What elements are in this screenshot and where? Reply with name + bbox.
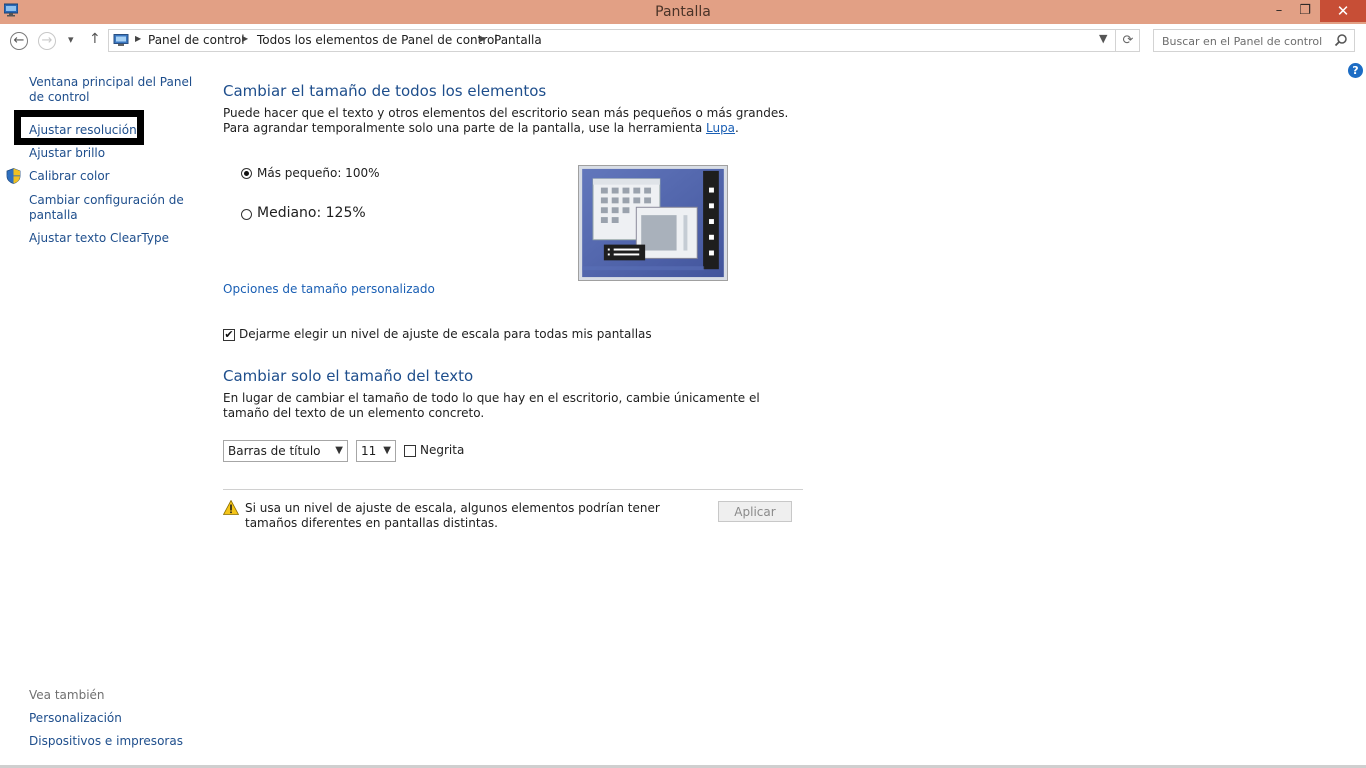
breadcrumb-separator-icon: ▶ <box>242 34 249 43</box>
radio-smaller-label: Más pequeño: 100% <box>257 166 380 180</box>
warning-icon <box>223 500 239 515</box>
navigation-bar: ← → ▾ ↑ ▶ Panel de control ▶ Todos los e… <box>0 24 1366 58</box>
section-title-resize-all: Cambiar el tamaño de todos los elementos <box>223 82 547 100</box>
breadcrumb-display[interactable]: Pantalla <box>494 33 542 47</box>
scaling-warning-text: Si usa un nivel de ajuste de escala, alg… <box>245 501 660 530</box>
chevron-down-icon: ▼ <box>335 445 343 456</box>
radio-medium[interactable] <box>241 209 252 220</box>
close-button[interactable]: ✕ <box>1320 0 1366 22</box>
sidebar-item-display-settings[interactable]: Cambiar configuración de pantalla <box>29 193 189 223</box>
scaling-preview-image <box>578 165 728 281</box>
radio-medium-label: Mediano: 125% <box>257 205 366 221</box>
description-text: Puede hacer que el texto y otros element… <box>223 106 789 135</box>
back-button[interactable]: ← <box>10 32 28 50</box>
help-icon[interactable]: ? <box>1348 63 1363 78</box>
radio-smaller[interactable] <box>241 168 252 179</box>
bold-checkbox[interactable] <box>404 445 416 457</box>
breadcrumb-control-panel[interactable]: Panel de control <box>148 33 245 47</box>
custom-size-options-link[interactable]: Opciones de tamaño personalizado <box>223 282 435 296</box>
section-title-text-size: Cambiar solo el tamaño del texto <box>223 367 474 385</box>
divider <box>223 489 803 490</box>
forward-button[interactable]: → <box>38 32 56 50</box>
window-title: Pantalla <box>655 4 711 20</box>
search-input[interactable] <box>1160 32 1334 51</box>
description-end: . <box>735 121 739 135</box>
see-also-heading: Vea también <box>29 688 105 702</box>
search-box[interactable] <box>1153 29 1355 52</box>
sidebar-item-adjust-resolution[interactable]: Ajustar resolución <box>29 123 137 138</box>
apply-button[interactable]: Aplicar <box>718 501 792 522</box>
scaling-all-displays-label: Dejarme elegir un nivel de ajuste de esc… <box>239 327 652 341</box>
chevron-down-icon[interactable]: ▼ <box>1099 32 1107 45</box>
section-description-text-size: En lugar de cambiar el tamaño de todo lo… <box>223 391 760 420</box>
breadcrumb-separator-icon: ▶ <box>480 34 487 43</box>
up-button[interactable]: ↑ <box>89 31 101 47</box>
element-select[interactable]: Barras de título ▼ <box>223 440 348 462</box>
scaling-all-displays-checkbox[interactable]: ✔ <box>223 329 235 341</box>
bold-label: Negrita <box>420 443 465 457</box>
sidebar-item-calibrate-color[interactable]: Calibrar color <box>29 169 110 184</box>
minimize-button[interactable]: – <box>1266 0 1292 22</box>
uac-shield-icon <box>6 168 21 184</box>
sidebar-item-adjust-brightness[interactable]: Ajustar brillo <box>29 146 105 161</box>
title-bar: Pantalla – ❐ ✕ <box>0 0 1366 24</box>
see-also-personalization[interactable]: Personalización <box>29 711 122 726</box>
search-icon[interactable] <box>1334 33 1348 47</box>
sidebar-item-cleartype[interactable]: Ajustar texto ClearType <box>29 231 169 246</box>
element-select-value: Barras de título <box>228 444 321 458</box>
maximize-button[interactable]: ❐ <box>1292 0 1318 22</box>
chevron-down-icon: ▼ <box>383 445 391 456</box>
section-description-resize-all: Puede hacer que el texto y otros element… <box>223 106 813 136</box>
sidebar-item-control-panel-home[interactable]: Ventana principal del Panel de control <box>29 75 199 105</box>
address-bar[interactable]: ▶ Panel de control ▶ Todos los elementos… <box>108 29 1140 52</box>
magnifier-link[interactable]: Lupa <box>706 121 735 135</box>
control-panel-icon <box>113 34 129 46</box>
breadcrumb-separator-icon: ▶ <box>135 34 142 43</box>
refresh-icon[interactable]: ⟳ <box>1115 30 1140 51</box>
recent-locations-dropdown[interactable]: ▾ <box>68 33 74 46</box>
font-size-select[interactable]: 11 ▼ <box>356 440 396 462</box>
see-also-devices-printers[interactable]: Dispositivos e impresoras <box>29 734 183 749</box>
font-size-select-value: 11 <box>361 444 377 458</box>
breadcrumb-all-items[interactable]: Todos los elementos de Panel de control <box>257 33 498 47</box>
